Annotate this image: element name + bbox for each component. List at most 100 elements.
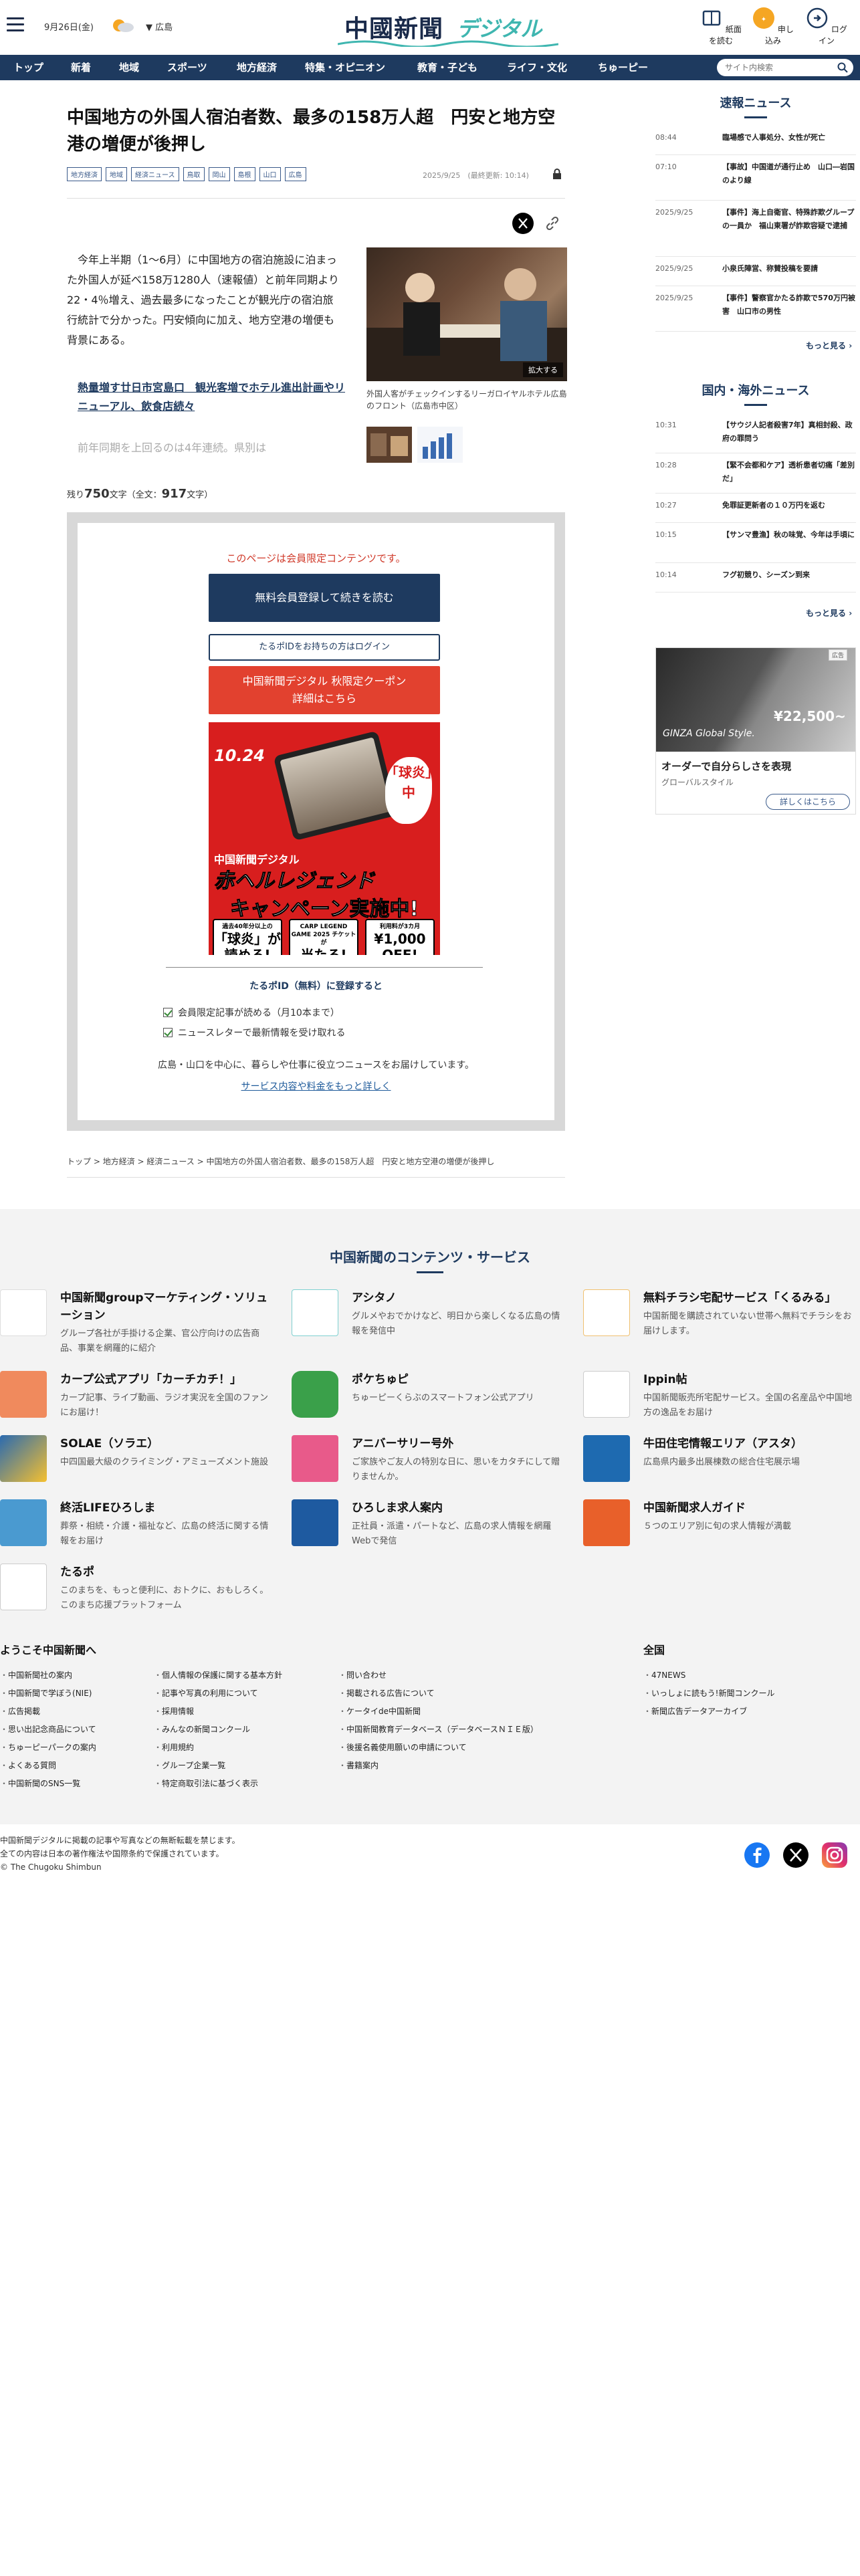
world-more-link[interactable]: もっと見る › xyxy=(806,607,852,619)
service-item[interactable]: 牛田住宅情報エリア（アスタ） 広島県内最多出展棟数の総合住宅展示場 xyxy=(583,1435,851,1495)
facebook-icon[interactable] xyxy=(744,1842,770,1868)
share-x-button[interactable] xyxy=(512,213,534,234)
service-item[interactable]: アシタノ グルメやおでかけなど、明日から楽しくなる広島の情報を発信中 xyxy=(292,1289,560,1350)
nav-item-economy[interactable]: 地方経済 xyxy=(237,55,277,80)
nav-item-life[interactable]: ライフ・文化 xyxy=(507,55,567,80)
nav-item-new[interactable]: 新着 xyxy=(71,55,91,80)
service-item[interactable]: たるポ このまちを、もっと便利に、おトクに、おもしろく。このまち応援プラットフォ… xyxy=(0,1564,268,1624)
instagram-icon[interactable] xyxy=(821,1842,848,1868)
promo-tag: 「球炎」中 xyxy=(385,757,432,824)
tag-okayama[interactable]: 岡山 xyxy=(208,167,230,181)
search-icon[interactable] xyxy=(837,62,848,73)
nav-item-opinion[interactable]: 特集・オピニオン xyxy=(305,55,385,80)
service-item[interactable]: ポケちゅピ ちゅーピーくらぶのスマートフォン公式アプリ xyxy=(292,1371,559,1431)
remaining-chars: 残り750文字（全文：917文字） xyxy=(67,487,213,501)
footer-link[interactable]: 個人情報の保護に関する基本方針 xyxy=(154,1669,282,1681)
news-text: 【サンマ豊漁】秋の味覚、今年は手頃に xyxy=(722,530,855,539)
tag-region[interactable]: 地域 xyxy=(106,167,127,181)
nav-item-sports[interactable]: スポーツ xyxy=(167,55,207,80)
footer-link[interactable]: 書籍案内 xyxy=(338,1759,379,1771)
footer-link[interactable]: グループ企業一覧 xyxy=(154,1759,225,1771)
world-news-item[interactable]: 10:31 【サウジ人記者殺害7年】真相封殺、政府の罪問う xyxy=(655,419,856,453)
footer-link[interactable]: 広告掲載 xyxy=(0,1705,40,1717)
flash-news-item[interactable]: 07:10 【事故】中国道が通行止め 山口―岩国のより線 xyxy=(655,160,856,201)
check-icon xyxy=(163,1008,173,1017)
footer-link[interactable]: よくある質問 xyxy=(0,1759,56,1771)
flash-news-item[interactable]: 2025/9/25 【事件】海上自衛官、特殊詐欺グループの一員か 福山東署が詐欺容… xyxy=(655,206,856,257)
tag-economy-news[interactable]: 経済ニュース xyxy=(131,167,179,181)
world-news-item[interactable]: 10:28 【緊不会都和ケア】透析患者切痛「差別だ」 xyxy=(655,459,856,494)
photo-zoom-button[interactable]: 拡大する xyxy=(523,362,563,377)
footer-link[interactable]: 中国新聞教育データベース（データベースＮＩＥ版） xyxy=(338,1723,538,1735)
tag-economy[interactable]: 地方経済 xyxy=(67,167,102,181)
footer-link[interactable]: いっしょに読もう!新聞コンクール xyxy=(643,1687,774,1699)
article-photo[interactable]: 拡大する xyxy=(366,247,567,381)
breadcrumb-economy-news[interactable]: 経済ニュース xyxy=(146,1157,194,1166)
footer-link[interactable]: 採用情報 xyxy=(154,1705,194,1717)
photo-thumbnail-1[interactable] xyxy=(366,427,412,463)
search-input[interactable] xyxy=(725,62,832,74)
flash-news-item[interactable]: 2025/9/25 小泉氏陣営、称賛投稿を要請 xyxy=(655,262,856,286)
footer-link[interactable]: 中国新聞で学ぼう(NIE) xyxy=(0,1687,92,1699)
nav-item-chupea[interactable]: ちゅーピー xyxy=(598,55,648,80)
footer-link[interactable]: みんなの新聞コンクール xyxy=(154,1723,250,1735)
service-desc: ちゅーピーくらぶのスマートフォン公式アプリ xyxy=(352,1393,534,1403)
service-item[interactable]: ひろしま求人案内 正社員・派遣・パートなど、広島の求人情報を網羅 Webで発信 xyxy=(292,1499,559,1560)
world-news-item[interactable]: 10:27 免罪証更新者の１０万円を返む xyxy=(655,499,856,523)
footer-link[interactable]: 後援名義使用願いの申請について xyxy=(338,1741,467,1753)
service-item[interactable]: 無料チラシ宅配サービス「くるみる」 中国新聞を購読されていない世帯へ無料でチラシ… xyxy=(583,1289,851,1350)
coupon-button[interactable]: 中国新聞デジタル 秋限定クーポン 詳細はこちら xyxy=(209,666,440,714)
flash-news-item[interactable]: 2025/9/25 【事件】警察官かたる詐欺で570万円被害 山口市の男性 xyxy=(655,292,856,332)
flash-more-link[interactable]: もっと見る › xyxy=(806,340,852,351)
flash-news-heading: 速報ニュース xyxy=(655,94,856,118)
world-news-item[interactable]: 10:15 【サンマ豊漁】秋の味覚、今年は手頃に xyxy=(655,528,856,563)
tarupo-login-button[interactable]: たるポIDをお持ちの方はログイン xyxy=(209,634,440,661)
tag-tottori[interactable]: 鳥取 xyxy=(183,167,205,181)
photo-thumbnail-2[interactable] xyxy=(417,427,463,463)
header-date: 9月26日(金) xyxy=(44,23,94,33)
footer-link[interactable]: 思い出記念商品について xyxy=(0,1723,96,1735)
service-item[interactable]: 中国新聞groupマーケティング・ソリューション グループ各社が手掛ける企業、官… xyxy=(0,1289,267,1354)
service-item[interactable]: 中国新聞求人ガイド ５つのエリア別に旬の求人情報が満載 xyxy=(583,1499,851,1560)
campaign-banner[interactable]: 10.24 「球炎」中 中国新聞デジタル 赤ヘルレジェンド キャンペーン実施中!… xyxy=(209,722,440,955)
site-logo[interactable]: 中國新聞 デジタル xyxy=(338,7,558,47)
footer-link[interactable]: 特定商取引法に基づく表示 xyxy=(154,1778,258,1789)
tag-shimane[interactable]: 島根 xyxy=(233,167,255,181)
footer-link[interactable]: 新聞広告データアーカイブ xyxy=(643,1705,747,1717)
area-selector[interactable]: ▼ 広島 xyxy=(146,20,173,33)
signup-button[interactable]: ✦ 申し込み xyxy=(749,7,797,46)
world-news-item[interactable]: 10:14 フグ初競り、シーズン到来 xyxy=(655,568,856,593)
sidebar-ad[interactable]: 広告 ¥22,500~ GINZA Global Style. オーダーで自分ら… xyxy=(655,647,856,815)
service-item[interactable]: 終活LIFEひろしま 葬祭・相続・介護・福祉など、広島の終活に関する情報をお届け xyxy=(0,1499,268,1560)
ad-details-button[interactable]: 詳しくはこちら xyxy=(766,794,850,810)
x-icon[interactable] xyxy=(782,1842,809,1868)
menu-icon[interactable] xyxy=(7,17,24,32)
service-item[interactable]: カープ公式アプリ「カーチカチ！」 カープ記事、ライブ動画、ラジオ実況を全国のファ… xyxy=(0,1371,268,1431)
footer-link[interactable]: 掲載される広告について xyxy=(338,1687,435,1699)
tag-hiroshima[interactable]: 広島 xyxy=(284,167,306,181)
service-item[interactable]: アニバーサリー号外 ご家族やご友人の特別な日に、思いをカタチにして贈りませんか。 xyxy=(292,1435,560,1495)
nav-item-top[interactable]: トップ xyxy=(13,55,43,80)
flash-news-item[interactable]: 08:44 臨場感で人事処分、女性が死亡 xyxy=(655,131,856,155)
footer-link[interactable]: ケータイde中国新聞 xyxy=(338,1705,421,1717)
footer-link[interactable]: 47NEWS xyxy=(643,1669,685,1681)
nav-item-region[interactable]: 地域 xyxy=(119,55,139,80)
register-button[interactable]: 無料会員登録して続きを読む xyxy=(209,574,440,622)
related-article-link[interactable]: 熱量増す廿日市宮島口 観光客増でホテル進出計画やリニューアル、飲食店続々 xyxy=(78,379,345,416)
footer-link[interactable]: 問い合わせ xyxy=(338,1669,387,1681)
footer-link[interactable]: 利用規約 xyxy=(154,1741,194,1753)
footer-link[interactable]: 中国新聞のSNS一覧 xyxy=(0,1778,80,1789)
service-item[interactable]: SOLAE（ソラエ） 中四国最大級のクライミング・アミューズメント施設 xyxy=(0,1435,268,1495)
nav-item-education[interactable]: 教育・子ども xyxy=(417,55,477,80)
link-icon[interactable] xyxy=(543,214,562,233)
service-item[interactable]: Ippin帖 中国新聞販売所宅配サービス。全国の名産品や中国地方の逸品をお届け xyxy=(583,1371,852,1431)
breadcrumb-economy[interactable]: 地方経済 xyxy=(103,1157,135,1166)
service-details-link[interactable]: サービス内容や料金をもっと詳しく xyxy=(78,1079,554,1093)
footer-link[interactable]: 記事や写真の利用について xyxy=(154,1687,258,1699)
login-button[interactable]: ログイン xyxy=(802,7,851,46)
footer-link[interactable]: 中国新聞社の案内 xyxy=(0,1669,72,1681)
paper-button[interactable]: 紙面を読む xyxy=(697,7,745,46)
breadcrumb-top[interactable]: トップ xyxy=(67,1157,91,1166)
tag-yamaguchi[interactable]: 山口 xyxy=(259,167,281,181)
footer-link[interactable]: ちゅーピーパークの案内 xyxy=(0,1741,96,1753)
